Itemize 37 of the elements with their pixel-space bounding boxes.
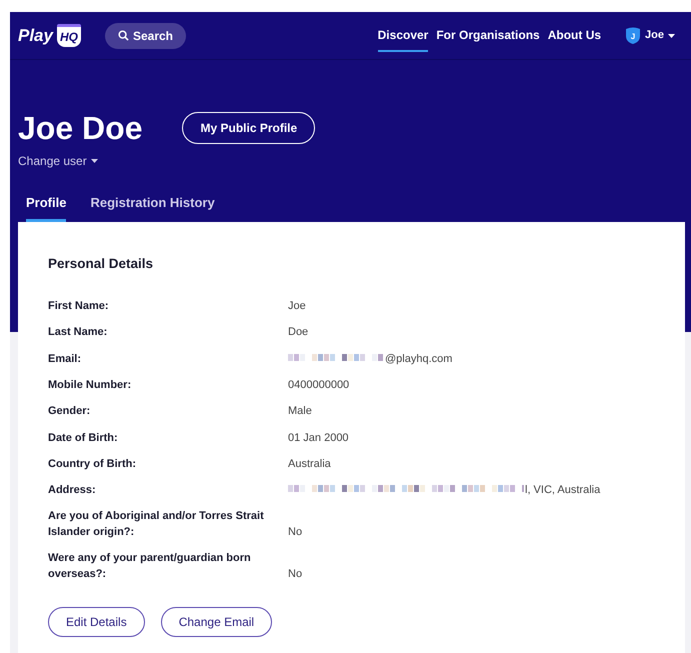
section-title: Personal Details [48, 255, 154, 273]
field-label: Date of Birth: [48, 430, 119, 446]
outline-button[interactable]: Edit Details [48, 606, 145, 637]
user-menu[interactable]: J Joe [625, 26, 675, 44]
field-value: No [288, 567, 302, 582]
field-label: Address: [48, 483, 97, 498]
caret-icon [90, 159, 98, 163]
playhq-logo[interactable]: Play HQ [18, 22, 81, 48]
profile-tab[interactable]: Registration History [90, 189, 215, 222]
profile-name: Joe Doe [18, 112, 142, 144]
caret-icon [668, 34, 675, 38]
field-value: 0400000000 [288, 378, 350, 393]
change-user-dropdown[interactable]: Change user [18, 152, 98, 170]
field-value: l, VIC, Australia [525, 483, 600, 498]
user-avatar-icon: J [625, 26, 642, 44]
field-label: First Name: [48, 299, 110, 314]
field-value: No [288, 525, 302, 540]
search-icon [118, 30, 129, 41]
field-label: Are you of Aboriginal and/or Torres Strait Islander origin?: [48, 508, 265, 540]
field-value: Male [288, 404, 312, 420]
field-label: Were any of your parent/guardian born overseas?: [48, 550, 252, 582]
nav-link[interactable]: For Organisations [436, 20, 540, 52]
field-label: Last Name: [48, 325, 108, 340]
field-label: Country of Birth: [48, 456, 137, 472]
field-label: Email: [48, 352, 82, 367]
outline-button[interactable]: Change Email [160, 606, 272, 637]
field-value: Joe [288, 299, 306, 314]
field-value: 01 Jan 2000 [288, 430, 349, 446]
field-value: Doe [288, 325, 308, 340]
public-profile-button[interactable]: My Public Profile [182, 112, 316, 144]
field-value: @playhq.com [385, 352, 452, 367]
field-label: Mobile Number: [48, 378, 132, 393]
search-button[interactable]: Search [104, 22, 186, 48]
field-label: Gender: [48, 404, 92, 420]
nav-link[interactable]: About Us [548, 20, 602, 52]
field-value: Australia [288, 456, 331, 472]
nav-link[interactable]: Discover [378, 20, 428, 52]
